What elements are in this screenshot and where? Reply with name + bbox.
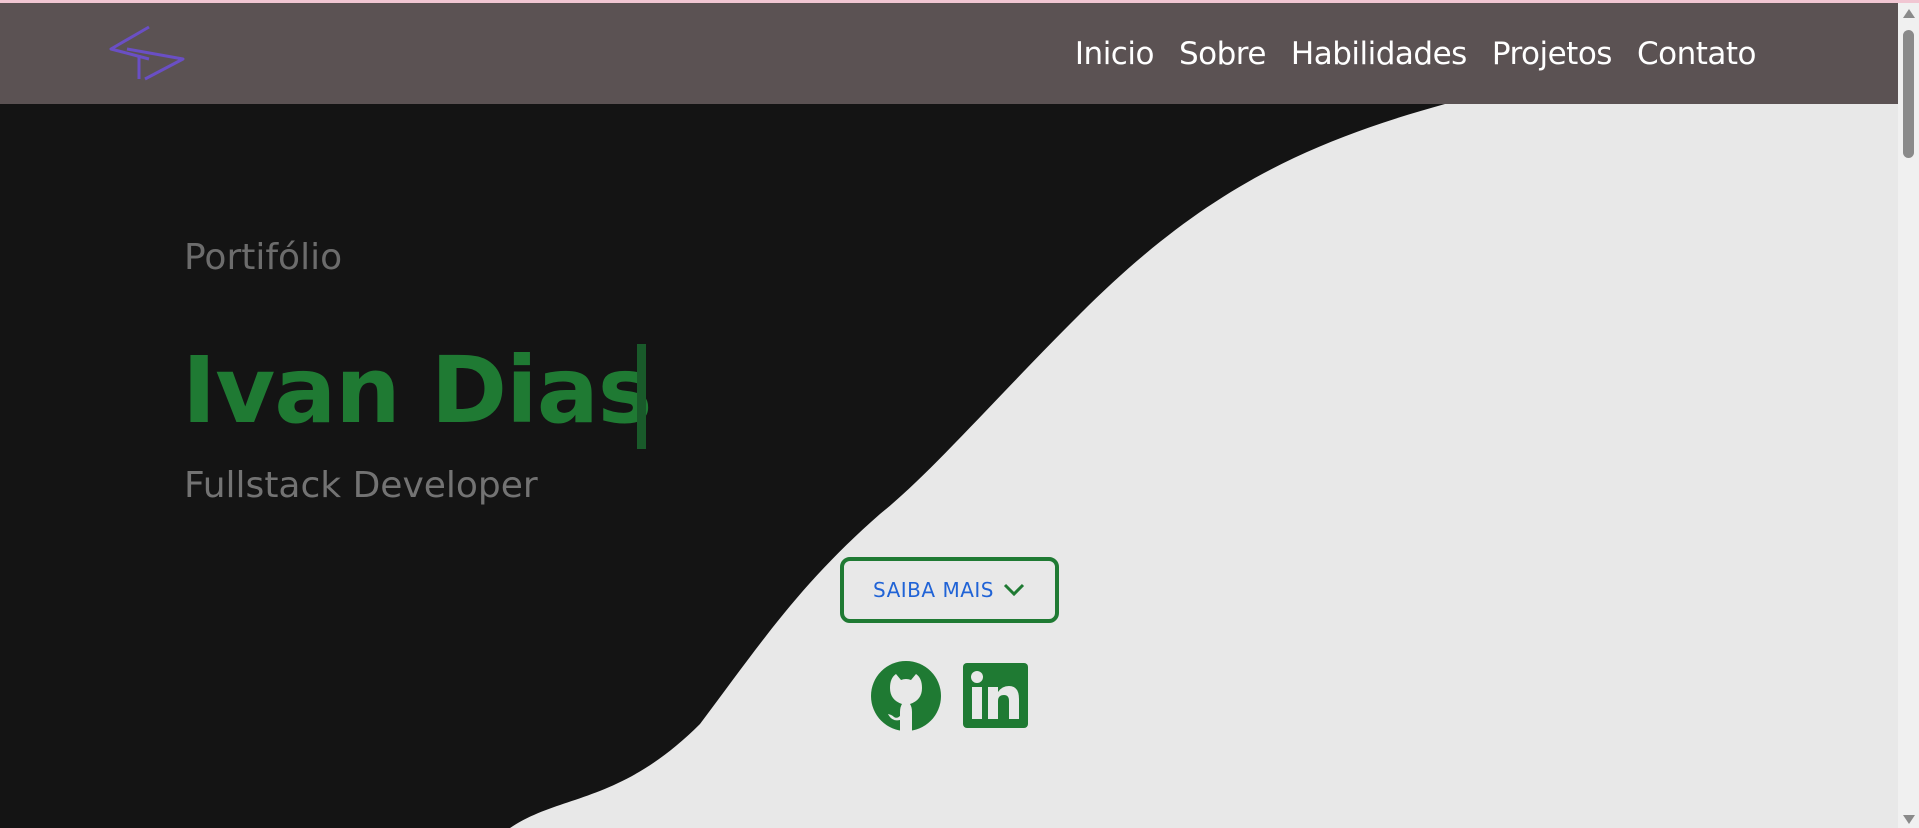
saiba-mais-button[interactable]: SAIBA MAIS (840, 557, 1059, 623)
hero-eyebrow: Portifólio (184, 237, 343, 278)
hero-section: Portifólio Ivan Dias Fullstack Developer (0, 104, 1898, 828)
nav-link-projetos[interactable]: Projetos (1492, 36, 1613, 72)
nav-link-habilidades[interactable]: Habilidades (1291, 36, 1467, 72)
logo[interactable] (105, 21, 187, 85)
scroll-down-arrow-icon[interactable] (1903, 815, 1915, 824)
typing-cursor (637, 344, 646, 449)
scroll-up-arrow-icon[interactable] (1903, 9, 1915, 18)
nav-link-inicio[interactable]: Inicio (1075, 36, 1155, 72)
nav-link-sobre[interactable]: Sobre (1179, 36, 1266, 72)
github-icon[interactable] (870, 660, 942, 732)
linkedin-icon[interactable] (963, 663, 1028, 728)
navbar: Inicio Sobre Habilidades Projetos Contat… (0, 3, 1898, 104)
page-scrollbar[interactable] (1898, 3, 1919, 828)
nav-links: Inicio Sobre Habilidades Projetos Contat… (1050, 3, 1757, 104)
nav-link-contato[interactable]: Contato (1637, 36, 1757, 72)
scroll-thumb[interactable] (1903, 30, 1914, 158)
hero-role: Fullstack Developer (184, 465, 538, 506)
hero-name: Ivan Dias (182, 337, 653, 444)
chevron-down-icon (1003, 583, 1025, 597)
saiba-mais-label: SAIBA MAIS (873, 578, 994, 602)
